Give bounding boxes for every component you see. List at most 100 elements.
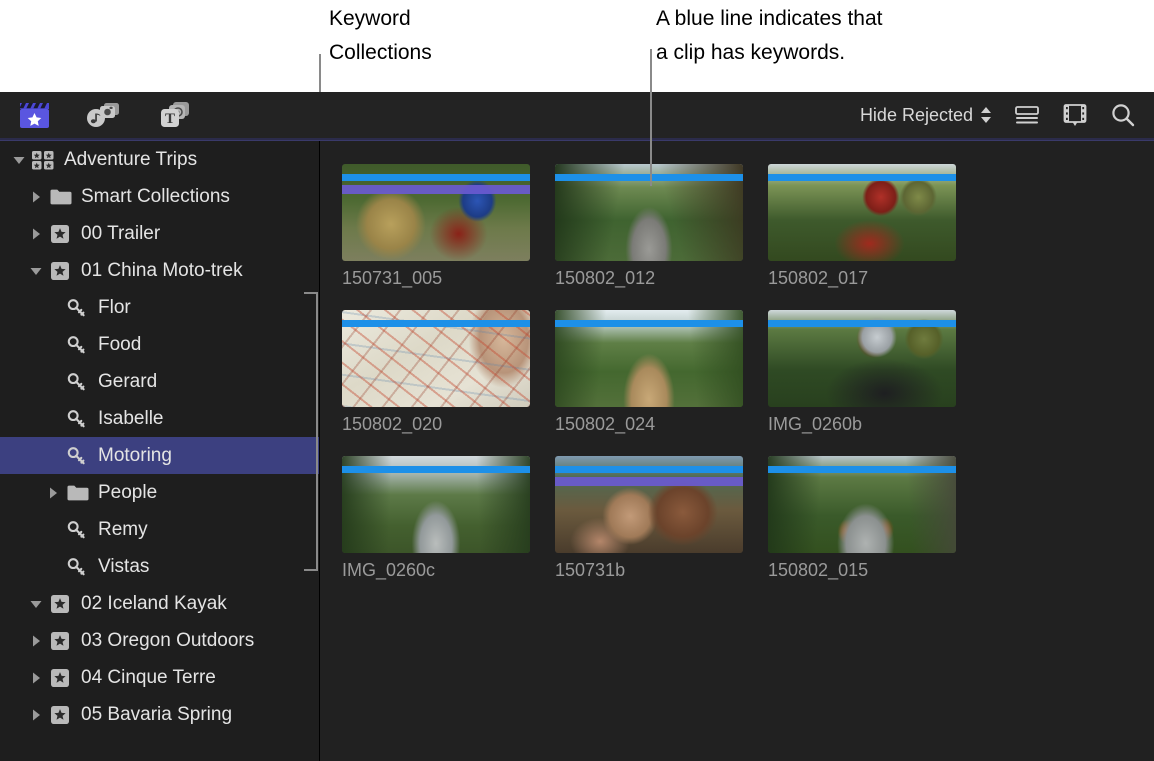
analysis-indicator-line — [342, 185, 530, 194]
titles-generators-icon[interactable]: T — [157, 100, 193, 130]
sidebar-item-label: 02 Iceland Kayak — [81, 593, 227, 614]
disclosure-right-icon[interactable] — [25, 227, 47, 241]
sidebar-item-label: People — [98, 482, 158, 503]
event-star-icon — [47, 705, 73, 725]
library-icon — [30, 150, 56, 170]
sidebar-item-vistas[interactable]: Vistas — [0, 548, 319, 585]
clip-thumbnail[interactable] — [342, 456, 530, 553]
disclosure-right-icon[interactable] — [42, 486, 64, 500]
clip-thumbnail[interactable] — [768, 310, 956, 407]
keyword-icon — [64, 372, 90, 392]
sidebar-item-gerard[interactable]: Gerard — [0, 363, 319, 400]
clip-item[interactable]: 150802_015 — [768, 456, 981, 602]
sidebar-item-label: Vistas — [98, 556, 150, 577]
clip-grid: 150731_005 150802_012 150802_017 150802_020… — [342, 164, 981, 602]
sidebar-item-label: Smart Collections — [81, 186, 230, 207]
clip-item[interactable]: IMG_0260c — [342, 456, 555, 602]
sidebar-item-label: Isabelle — [98, 408, 164, 429]
keyword-icon — [64, 335, 90, 355]
sidebar-item-food[interactable]: Food — [0, 326, 319, 363]
clip-thumbnail[interactable] — [768, 164, 956, 261]
event-star-icon — [47, 668, 73, 688]
sidebar-item-label: Motoring — [98, 445, 172, 466]
keyword-icon — [64, 520, 90, 540]
keyword-icon — [64, 557, 90, 577]
folder-icon — [47, 187, 73, 206]
keyword-icon — [64, 298, 90, 318]
sidebar-item-adventure-trips[interactable]: Adventure Trips — [0, 141, 319, 178]
clip-label: 150802_020 — [342, 414, 443, 434]
clip-label: 150802_015 — [768, 560, 869, 580]
clip-item[interactable]: 150802_017 — [768, 164, 981, 310]
clip-item[interactable]: IMG_0260b — [768, 310, 981, 456]
keyword-indicator-line — [555, 174, 743, 181]
event-star-icon — [47, 224, 73, 244]
filmstrip-view-icon[interactable] — [1062, 103, 1088, 127]
clip-thumbnail[interactable] — [555, 456, 743, 553]
list-view-icon[interactable] — [1014, 104, 1040, 126]
search-icon[interactable] — [1110, 102, 1136, 128]
clip-item[interactable]: 150802_020 — [342, 310, 555, 456]
browser-toolbar: T Hide Rejected — [0, 92, 1154, 138]
disclosure-down-icon[interactable] — [8, 153, 30, 167]
disclosure-down-icon[interactable] — [25, 264, 47, 278]
keyword-indicator-line — [342, 174, 530, 181]
libraries-sidebar[interactable]: Adventure Trips Smart Collections 00 Trail… — [0, 141, 319, 761]
clip-thumbnail[interactable] — [768, 456, 956, 553]
disclosure-right-icon[interactable] — [25, 190, 47, 204]
keyword-indicator-line — [555, 320, 743, 327]
callout-keyword-collections: Keyword Collections — [329, 7, 432, 65]
hide-rejected-label: Hide Rejected — [859, 104, 973, 125]
sidebar-item-label: Adventure Trips — [64, 149, 198, 170]
hide-rejected-filter[interactable]: Hide Rejected — [860, 105, 992, 126]
sidebar-item-label: 00 Trailer — [81, 223, 161, 244]
libraries-icon[interactable] — [18, 100, 51, 130]
keyword-indicator-line — [768, 320, 956, 327]
clip-label: 150802_017 — [768, 268, 869, 288]
sidebar-item-motoring[interactable]: Motoring — [0, 437, 319, 474]
sidebar-item-smart-collections[interactable]: Smart Collections — [0, 178, 319, 215]
clip-item[interactable]: 150731_005 — [342, 164, 555, 310]
final-cut-pro-window: T Hide Rejected Adventure Trips Smart Co… — [0, 92, 1154, 761]
sidebar-item-remy[interactable]: Remy — [0, 511, 319, 548]
keyword-collections-bracket — [304, 292, 318, 571]
clip-thumbnail[interactable] — [555, 310, 743, 407]
sidebar-item-label: Food — [98, 334, 142, 355]
sidebar-item-label: 05 Bavaria Spring — [81, 704, 233, 725]
screenshot-root: Keyword Collections A blue line indicate… — [0, 0, 1154, 761]
photos-audio-icon[interactable] — [86, 100, 122, 130]
sidebar-item-04-cinque-terre[interactable]: 04 Cinque Terre — [0, 659, 319, 696]
callout-leader-line-blue — [650, 49, 652, 186]
clip-thumbnail[interactable] — [342, 164, 530, 261]
analysis-indicator-line — [555, 477, 743, 486]
clip-thumbnail[interactable] — [555, 164, 743, 261]
sidebar-item-00-trailer[interactable]: 00 Trailer — [0, 215, 319, 252]
clip-item[interactable]: 150731b — [555, 456, 768, 602]
disclosure-right-icon[interactable] — [25, 671, 47, 685]
sidebar-item-02-iceland-kayak[interactable]: 02 Iceland Kayak — [0, 585, 319, 622]
sidebar-item-label: Gerard — [98, 371, 158, 392]
sidebar-item-label: 04 Cinque Terre — [81, 667, 216, 688]
clip-item[interactable]: 150802_024 — [555, 310, 768, 456]
clip-label: 150731b — [555, 560, 626, 580]
sidebar-item-isabelle[interactable]: Isabelle — [0, 400, 319, 437]
keyword-indicator-line — [342, 466, 530, 473]
sidebar-item-people[interactable]: People — [0, 474, 319, 511]
clip-label: IMG_0260b — [768, 414, 863, 434]
chevron-updown-icon[interactable] — [980, 106, 992, 124]
disclosure-down-icon[interactable] — [25, 597, 47, 611]
sidebar-item-flor[interactable]: Flor — [0, 289, 319, 326]
keyword-indicator-line — [768, 466, 956, 473]
clip-label: 150802_012 — [555, 268, 656, 288]
keyword-icon — [64, 409, 90, 429]
toolbar-left-group: T — [0, 100, 193, 130]
sidebar-item-05-bavaria-spring[interactable]: 05 Bavaria Spring — [0, 696, 319, 733]
clip-thumbnail[interactable] — [342, 310, 530, 407]
clip-browser[interactable]: 150731_005 150802_012 150802_017 150802_020… — [320, 141, 1154, 761]
sidebar-item-03-oregon-outdoors[interactable]: 03 Oregon Outdoors — [0, 622, 319, 659]
disclosure-right-icon[interactable] — [25, 708, 47, 722]
sidebar-item-label: 03 Oregon Outdoors — [81, 630, 255, 651]
clip-item[interactable]: 150802_012 — [555, 164, 768, 310]
disclosure-right-icon[interactable] — [25, 634, 47, 648]
sidebar-item-01-china-moto-trek[interactable]: 01 China Moto-trek — [0, 252, 319, 289]
